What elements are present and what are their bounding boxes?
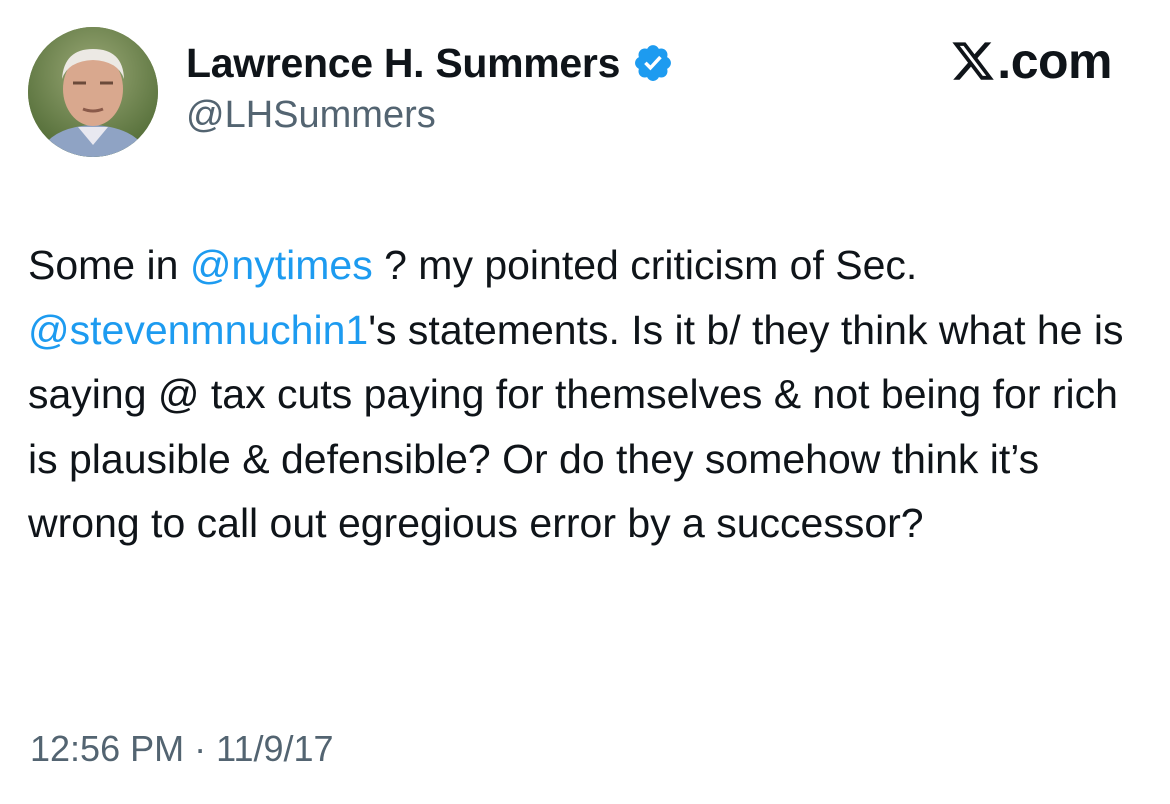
brand-text: .com	[997, 33, 1112, 89]
display-name[interactable]: Lawrence H. Summers	[186, 40, 620, 87]
timestamp-separator: ·	[184, 728, 217, 769]
display-name-row: Lawrence H. Summers	[186, 38, 674, 88]
verified-badge-icon	[635, 45, 672, 81]
mention-nytimes-link[interactable]: @nytimes	[190, 242, 373, 288]
tweet-date: 11/9/17	[216, 728, 334, 769]
tweet-text: Some in @nytimes ? my pointed criticism …	[28, 233, 1153, 556]
handle[interactable]: @LHSummers	[186, 94, 674, 137]
tweet-time: 12:56 PM	[30, 728, 185, 769]
tweet-text-segment: ? my pointed criticism of Sec.	[372, 242, 918, 288]
x-logo-icon	[952, 42, 995, 80]
tweet-header: Lawrence H. Summers @LHSummers .com	[0, 0, 1170, 170]
mention-stevenmnuchin1-link[interactable]: @stevenmnuchin1	[28, 307, 368, 353]
tweet-timestamp[interactable]: 12:56 PM · 11/9/17	[30, 728, 334, 770]
brand-logo: .com	[949, 30, 1112, 92]
tweet-text-segment: Some in	[28, 242, 190, 288]
avatar-photo	[28, 27, 158, 157]
avatar[interactable]	[28, 27, 158, 157]
author-info: Lawrence H. Summers @LHSummers	[186, 38, 674, 137]
